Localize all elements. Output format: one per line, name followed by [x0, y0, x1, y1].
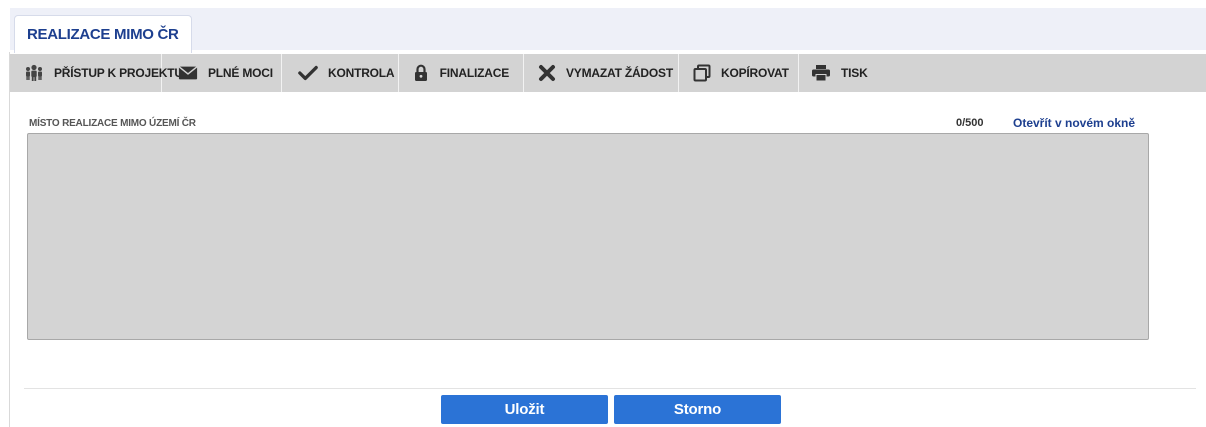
toolbar-plne-moci-button[interactable]: PLNÉ MOCI: [162, 54, 282, 92]
copy-icon: [693, 63, 711, 83]
toolbar-kontrola-button[interactable]: KONTROLA: [282, 54, 399, 92]
cancel-button[interactable]: Storno: [614, 395, 781, 424]
character-counter: 0/500: [956, 117, 984, 129]
save-button[interactable]: Uložit: [441, 395, 608, 424]
toolbar-kopirovat-button[interactable]: KOPÍROVAT: [679, 54, 799, 92]
x-icon: [538, 63, 556, 83]
tab-label: REALIZACE MIMO ČR: [27, 26, 179, 43]
checkmark-icon: [298, 63, 318, 83]
tab-realizace-mimo-cr[interactable]: REALIZACE MIMO ČR: [14, 15, 192, 53]
printer-icon: [811, 63, 831, 83]
open-in-new-window-link[interactable]: Otevřít v novém okně: [1013, 116, 1135, 130]
toolbar-finalizace-button[interactable]: FINALIZACE: [399, 54, 524, 92]
people-icon: [24, 63, 44, 83]
envelope-icon: [178, 63, 198, 83]
left-border: [9, 52, 10, 427]
toolbar-item-label: KOPÍROVAT: [721, 66, 789, 80]
toolbar-item-label: VYMAZAT ŽÁDOST: [566, 66, 673, 80]
toolbar-vymazat-zadost-button[interactable]: VYMAZAT ŽÁDOST: [524, 54, 679, 92]
toolbar-item-label: TISK: [841, 66, 868, 80]
field-label: MÍSTO REALIZACE MIMO ÚZEMÍ ČR: [29, 118, 196, 129]
toolbar-tisk-button[interactable]: TISK: [799, 54, 882, 92]
toolbar: PŘÍSTUP K PROJEKTU PLNÉ MOCI KONTROLA FI…: [10, 54, 1206, 92]
location-textarea[interactable]: [27, 133, 1149, 340]
lock-icon: [413, 63, 430, 83]
toolbar-item-label: FINALIZACE: [439, 66, 510, 80]
toolbar-pristup-k-projektu-button[interactable]: PŘÍSTUP K PROJEKTU: [10, 54, 183, 92]
divider: [24, 388, 1196, 389]
toolbar-item-label: KONTROLA: [328, 66, 395, 80]
toolbar-item-label: PLNÉ MOCI: [208, 66, 273, 80]
